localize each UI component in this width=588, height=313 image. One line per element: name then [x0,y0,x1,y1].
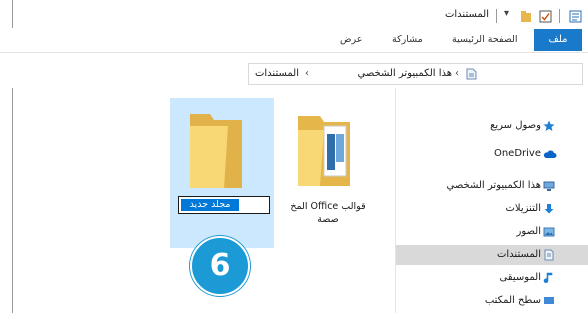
folder-icon [190,114,242,188]
documents-icon [544,249,554,261]
nav-quick-access[interactable]: وصول سريع [396,116,588,136]
download-icon [544,204,554,214]
tab-view[interactable]: عرض [340,28,362,52]
cloud-icon [543,150,557,158]
nav-documents[interactable]: المستندات [396,245,588,265]
star-icon [543,120,555,131]
step-number-badge: 6 [190,236,250,296]
nav-pictures[interactable]: الصور [396,222,588,242]
music-icon [543,272,553,284]
nav-item-label: هذا الكمبيوتر الشخصي [446,180,542,191]
checklist-icon[interactable] [539,10,552,23]
nav-item-label: OneDrive [493,148,541,159]
folder-icon [298,116,350,186]
nav-item-label: المستندات [496,249,541,260]
window-title: المستندات [444,9,489,20]
pictures-icon [543,227,555,237]
new-folder-quick-icon[interactable] [520,10,532,23]
qat-customize-icon[interactable]: ▾ [504,8,509,19]
nav-item-label: وصول سريع [490,120,541,131]
nav-onedrive[interactable]: OneDrive [396,144,588,164]
window-frame-edge [0,88,13,313]
nav-item-label: الصور [516,226,542,237]
rename-selected-text[interactable]: مجلد جديد [181,199,239,211]
title-divider [496,9,497,23]
nav-this-pc[interactable]: هذا الكمبيوتر الشخصي [396,176,588,196]
nav-music[interactable]: الموسيقى [396,268,588,288]
nav-item-label: التنزيلات [505,203,541,214]
nav-item-label: الموسيقى [499,272,541,283]
folder-item[interactable]: قوالب Office المخ صصة [286,98,390,248]
nav-downloads[interactable]: التنزيلات [396,199,588,219]
tab-share[interactable]: مشاركة [392,28,423,52]
properties-icon[interactable] [569,10,582,23]
documents-location-icon [466,68,477,80]
breadcrumb-separator: ‹ [305,68,309,79]
tab-file[interactable]: ملف [534,29,582,51]
desktop-icon [544,297,554,304]
breadcrumb-this-pc[interactable]: هذا الكمبيوتر الشخصي [358,63,453,85]
nav-item-label: سطح المكتب [484,295,541,306]
folder-name-wrap: صصة [317,214,339,225]
breadcrumb-documents[interactable]: المستندات [255,63,299,85]
folder-name: قوالب Office المخ [290,201,366,212]
breadcrumb-separator: ‹ [455,68,459,79]
nav-desktop[interactable]: سطح المكتب [396,291,588,311]
toolbar-divider [559,9,560,23]
computer-icon [543,181,555,191]
tab-home[interactable]: الصفحة الرئيسية [452,28,518,52]
quick-access-toolbar: ▾ المستندات [420,8,585,24]
